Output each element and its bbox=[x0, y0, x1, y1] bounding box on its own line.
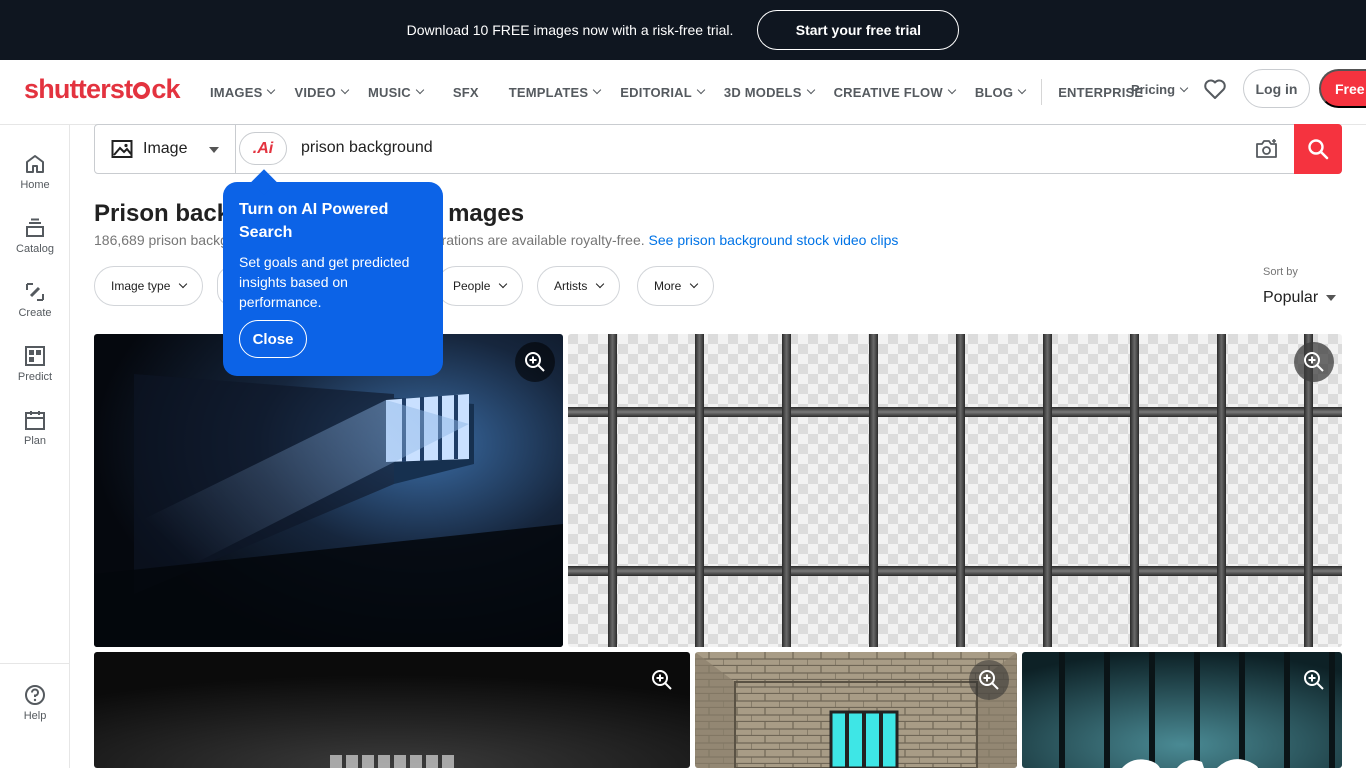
image-thumbnail bbox=[1022, 652, 1342, 768]
help-icon bbox=[25, 685, 45, 705]
search-button[interactable] bbox=[1294, 124, 1342, 174]
search-type-select[interactable]: Image bbox=[95, 125, 236, 173]
chevron-down-icon bbox=[947, 85, 957, 95]
video-clips-link[interactable]: See prison background stock video clips bbox=[649, 232, 899, 248]
image-thumbnail bbox=[94, 652, 690, 768]
heart-icon[interactable] bbox=[1203, 78, 1227, 100]
chevron-down-icon bbox=[690, 279, 699, 289]
main-navbar: shutterst ck IMAGES VIDEO MUSIC SFX TEMPL… bbox=[0, 60, 1366, 125]
sidebar-item-catalog[interactable]: Catalog bbox=[0, 217, 70, 255]
zoom-in-icon bbox=[1304, 670, 1324, 690]
sidebar-item-create[interactable]: Create bbox=[0, 281, 70, 319]
left-sidebar: Home Catalog Create Predict Plan Help bbox=[0, 125, 70, 768]
image-thumbnail bbox=[568, 334, 1342, 647]
filter-people[interactable]: People bbox=[436, 266, 524, 306]
chevron-down-icon bbox=[267, 85, 276, 95]
image-teal-bars-cell[interactable] bbox=[1022, 652, 1342, 768]
nav-sfx[interactable]: SFX bbox=[453, 85, 479, 100]
nav-video[interactable]: VIDEO bbox=[294, 85, 350, 100]
filter-artists[interactable]: Artists bbox=[537, 266, 621, 306]
sidebar-divider bbox=[0, 663, 70, 664]
nav-menu: IMAGES VIDEO MUSIC SFX TEMPLATES EDITORI… bbox=[210, 60, 1163, 124]
image-dark-room-cell[interactable] bbox=[94, 652, 690, 768]
popup-body: Set goals and get predicted insights bas… bbox=[239, 254, 410, 310]
popup-close-button[interactable]: Close bbox=[239, 320, 307, 358]
home-icon bbox=[26, 155, 44, 173]
create-icon bbox=[26, 283, 44, 301]
chevron-down-icon bbox=[1179, 83, 1189, 92]
nav-images[interactable]: IMAGES bbox=[210, 85, 276, 100]
chevron-down-icon bbox=[415, 85, 425, 95]
nav-pricing[interactable]: Pricing bbox=[1131, 82, 1189, 97]
promo-banner: Download 10 FREE images now with a risk-… bbox=[0, 0, 1366, 60]
image-thumbnail bbox=[94, 334, 563, 647]
filter-image-type[interactable]: Image type bbox=[94, 266, 204, 306]
filter-more[interactable]: More bbox=[637, 266, 715, 306]
ai-search-toggle[interactable]: .Ai bbox=[239, 132, 287, 165]
nav-templates[interactable]: TEMPLATES bbox=[509, 85, 602, 100]
caret-down-icon bbox=[1326, 295, 1337, 301]
nav-divider bbox=[1041, 79, 1043, 105]
start-free-trial-button[interactable]: Start your free trial bbox=[757, 10, 960, 50]
zoom-button[interactable] bbox=[1294, 342, 1334, 382]
chevron-down-icon bbox=[696, 85, 706, 95]
zoom-button[interactable] bbox=[969, 660, 1009, 700]
login-button[interactable]: Log in bbox=[1243, 69, 1310, 108]
catalog-icon bbox=[26, 218, 44, 237]
calendar-icon bbox=[25, 411, 45, 430]
zoom-in-icon bbox=[979, 670, 999, 690]
nav-3d-models[interactable]: 3D MODELS bbox=[724, 85, 815, 100]
image-thumbnail bbox=[695, 652, 1017, 768]
nav-music[interactable]: MUSIC bbox=[368, 85, 425, 100]
nav-editorial[interactable]: EDITORIAL bbox=[620, 85, 706, 100]
chevron-down-icon bbox=[596, 279, 605, 289]
chevron-down-icon bbox=[499, 279, 508, 289]
search-input[interactable] bbox=[301, 139, 1201, 157]
image-dark-cell[interactable] bbox=[94, 334, 563, 647]
promo-text: Download 10 FREE images now with a risk-… bbox=[406, 22, 734, 38]
nav-blog[interactable]: BLOG bbox=[975, 85, 1027, 100]
predict-icon bbox=[25, 346, 45, 366]
zoom-button[interactable] bbox=[1294, 660, 1334, 700]
zoom-button[interactable] bbox=[515, 342, 555, 382]
image-bars-cell[interactable] bbox=[568, 334, 1342, 647]
sidebar-item-predict[interactable]: Predict bbox=[0, 345, 70, 383]
chevron-down-icon bbox=[1017, 85, 1027, 95]
caret-down-icon bbox=[209, 147, 219, 153]
shutterstock-logo[interactable]: shutterst ck bbox=[24, 74, 181, 105]
sidebar-item-help[interactable]: Help bbox=[0, 684, 70, 722]
nav-creative-flow[interactable]: CREATIVE FLOW bbox=[834, 85, 957, 100]
chevron-down-icon bbox=[806, 85, 815, 95]
chevron-down-icon bbox=[179, 279, 188, 289]
zoom-in-icon bbox=[1304, 352, 1324, 372]
sidebar-item-home[interactable]: Home bbox=[0, 153, 70, 191]
sort-select[interactable]: Popular bbox=[1263, 289, 1337, 307]
image-icon bbox=[111, 140, 133, 158]
search-icon bbox=[1308, 139, 1329, 160]
zoom-button[interactable] bbox=[642, 660, 682, 700]
results-subtitle: 186,689 prison backg ustrations are avail… bbox=[94, 232, 899, 248]
ai-search-popup: Turn on AI Powered Search Set goals and … bbox=[223, 182, 443, 376]
sidebar-item-plan[interactable]: Plan bbox=[0, 409, 70, 447]
chevron-down-icon bbox=[340, 85, 350, 95]
chevron-down-icon bbox=[593, 85, 602, 95]
sort-label: Sort by bbox=[1263, 266, 1298, 278]
zoom-in-icon bbox=[525, 352, 545, 372]
popup-title: Turn on AI Powered Search bbox=[239, 201, 389, 241]
free-trial-nav-button[interactable]: Free t bbox=[1319, 69, 1366, 108]
image-brick-cell-cell[interactable] bbox=[695, 652, 1017, 768]
zoom-in-icon bbox=[652, 670, 672, 690]
camera-search-icon[interactable] bbox=[1255, 138, 1279, 160]
search-bar: Image .Ai bbox=[94, 124, 1342, 174]
